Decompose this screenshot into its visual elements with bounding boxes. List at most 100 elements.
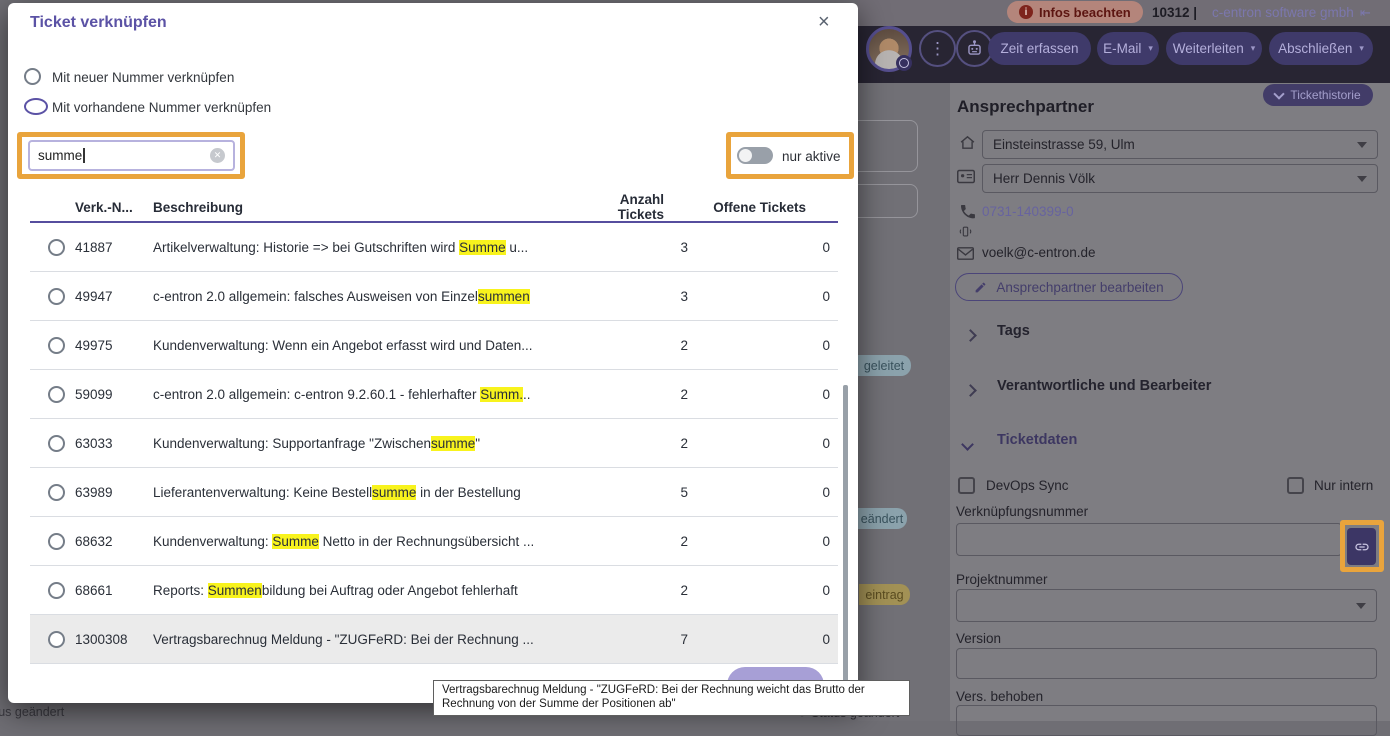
row-radio[interactable] — [48, 435, 65, 452]
info-badge-label: Infos beachten — [1039, 5, 1131, 20]
radio-neue-nummer-label[interactable]: Mit neuer Nummer verknüpfen — [52, 70, 234, 85]
section-ticketdaten-label[interactable]: Ticketdaten — [997, 432, 1077, 448]
table-row[interactable]: 1300308 Vertragsbarechnug Meldung - "ZUGF… — [30, 615, 838, 664]
row-anzahl-tickets: 3 — [598, 240, 688, 255]
address-value: Einsteinstrasse 59, Ulm — [993, 137, 1135, 152]
table-row[interactable]: 68632 Kundenverwaltung: Summe Netto in de… — [30, 517, 838, 566]
chevron-down-icon — [1357, 142, 1367, 148]
info-alert-badge[interactable]: i Infos beachten — [1007, 1, 1143, 23]
collapse-left-icon: ⇤ — [1360, 5, 1371, 20]
chevron-down-icon: ▾ — [1251, 43, 1256, 54]
dialog-title: Ticket verknüpfen — [30, 14, 167, 32]
radio-neue-nummer[interactable] — [24, 68, 41, 85]
row-radio[interactable] — [48, 337, 65, 354]
address-select[interactable]: Einsteinstrasse 59, Ulm — [982, 130, 1378, 159]
row-offene-tickets: 0 — [688, 485, 830, 500]
contact-select[interactable]: Herr Dennis Völk — [982, 164, 1378, 193]
user-avatar[interactable] — [866, 26, 912, 72]
row-ticket-number: 63033 — [75, 436, 143, 451]
nur-intern-label: Nur intern — [1314, 478, 1373, 493]
email-icon — [957, 247, 974, 260]
version-input[interactable] — [956, 648, 1377, 679]
row-radio[interactable] — [48, 582, 65, 599]
row-description: Kundenverwaltung: Summe Netto in der Rec… — [153, 534, 598, 549]
projektnummer-label: Projektnummer — [956, 572, 1048, 587]
weiterleiten-button[interactable]: Weiterleiten▾ — [1166, 32, 1262, 65]
row-radio[interactable] — [48, 288, 65, 305]
table-row[interactable]: 49947c-entron 2.0 allgemein: falsches Au… — [30, 272, 838, 321]
radio-vorhandene-nummer-label[interactable]: Mit vorhandene Nummer verknüpfen — [52, 100, 271, 115]
col-verknr[interactable]: Verk.-N... — [75, 200, 143, 215]
status-badge: eintrag — [859, 584, 910, 605]
edit-contact-button[interactable]: Ansprechpartner bearbeiten — [955, 273, 1183, 301]
section-tags-label[interactable]: Tags — [997, 323, 1030, 339]
projektnummer-select[interactable] — [956, 589, 1377, 622]
phone-link[interactable]: 0731-140399-0 — [982, 204, 1074, 219]
row-anzahl-tickets: 2 — [598, 436, 688, 451]
search-highlight: summe — [372, 485, 416, 500]
row-ticket-number: 68632 — [75, 534, 143, 549]
kebab-menu-button[interactable]: ⋮ — [919, 30, 956, 67]
table-row[interactable]: 63033Kundenverwaltung: Supportanfrage "Z… — [30, 419, 838, 468]
row-ticket-number: 49947 — [75, 289, 143, 304]
row-description: Artikelverwaltung: Historie => bei Gutsc… — [153, 240, 598, 255]
section-tags[interactable] — [966, 327, 975, 345]
company-link[interactable]: c-entron software gmbh⇤ — [1212, 5, 1371, 21]
row-ticket-number: 68661 — [75, 583, 143, 598]
search-highlight: Summe — [272, 534, 319, 549]
verknuepfungsnummer-label: Verknüpfungsnummer — [956, 504, 1088, 519]
row-radio[interactable] — [48, 386, 65, 403]
email-button[interactable]: E-Mail▾ — [1097, 32, 1159, 65]
table-row[interactable]: 59099c-entron 2.0 allgemein: c-entron 9.… — [30, 370, 838, 419]
row-offene-tickets: 0 — [688, 632, 830, 647]
table-row[interactable]: 41887 Artikelverwaltung: Historie => bei … — [30, 223, 838, 272]
row-radio[interactable] — [48, 239, 65, 256]
annotation-box-link-button — [1340, 520, 1384, 572]
vers-behoben-label: Vers. behoben — [956, 689, 1043, 704]
col-offene-tickets[interactable]: Offene Tickets — [688, 200, 830, 215]
table-row[interactable]: 49975Kundenverwaltung: Wenn ein Angebot … — [30, 321, 838, 370]
row-ticket-number: 41887 — [75, 240, 143, 255]
robot-icon — [965, 39, 984, 58]
row-offene-tickets: 0 — [688, 534, 830, 549]
chevron-down-icon: ▾ — [1148, 43, 1153, 54]
row-anzahl-tickets: 2 — [598, 338, 688, 353]
row-description: Vertragsbarechnug Meldung - "ZUGFeRD: Be… — [153, 632, 598, 647]
chevron-right-icon — [964, 384, 977, 397]
page-background — [858, 83, 950, 721]
timeline-entry-left: Status geändert — [0, 705, 64, 719]
scrollbar-thumb[interactable] — [843, 385, 848, 703]
nur-intern-checkbox[interactable] — [1287, 477, 1304, 494]
section-ticketdaten[interactable] — [963, 436, 972, 454]
mobile-icon — [958, 224, 973, 239]
info-icon: i — [1019, 5, 1033, 19]
row-offene-tickets: 0 — [688, 387, 830, 402]
close-icon[interactable]: × — [818, 11, 830, 34]
section-verantwortliche-label[interactable]: Verantwortliche und Bearbeiter — [997, 378, 1211, 394]
abschliessen-button[interactable]: Abschließen▾ — [1269, 32, 1373, 65]
version-label: Version — [956, 631, 1001, 646]
radio-vorhandene-nummer[interactable] — [24, 98, 48, 115]
zeit-erfassen-button[interactable]: Zeit erfassen — [988, 32, 1091, 65]
devops-sync-checkbox[interactable] — [958, 477, 975, 494]
row-radio[interactable] — [48, 631, 65, 648]
col-beschreibung[interactable]: Beschreibung — [153, 200, 598, 215]
row-ticket-number: 1300308 — [75, 632, 143, 647]
table-row[interactable]: 63989Lieferantenverwaltung: Keine Bestel… — [30, 468, 838, 517]
ticket-table-body: 41887 Artikelverwaltung: Historie => bei … — [30, 223, 838, 664]
verknuepfungsnummer-input[interactable] — [956, 523, 1342, 556]
row-anzahl-tickets: 7 — [598, 632, 688, 647]
tickethistorie-button[interactable]: Tickethistorie — [1263, 84, 1373, 106]
row-offene-tickets: 0 — [688, 583, 830, 598]
row-radio[interactable] — [48, 533, 65, 550]
table-header: Verk.-N... Beschreibung Anzahl Tickets O… — [30, 193, 838, 223]
col-anzahl-tickets[interactable]: Anzahl Tickets — [598, 192, 688, 222]
row-radio[interactable] — [48, 484, 65, 501]
chevron-down-icon: ▾ — [1359, 43, 1364, 54]
table-row[interactable]: 68661Reports: Summenbildung bei Auftrag … — [30, 566, 838, 615]
home-icon — [959, 134, 976, 151]
section-verantwortliche[interactable] — [966, 382, 975, 400]
annotation-box-search — [17, 132, 245, 179]
row-anzahl-tickets: 2 — [598, 387, 688, 402]
panel-title: Ansprechpartner — [957, 97, 1094, 117]
